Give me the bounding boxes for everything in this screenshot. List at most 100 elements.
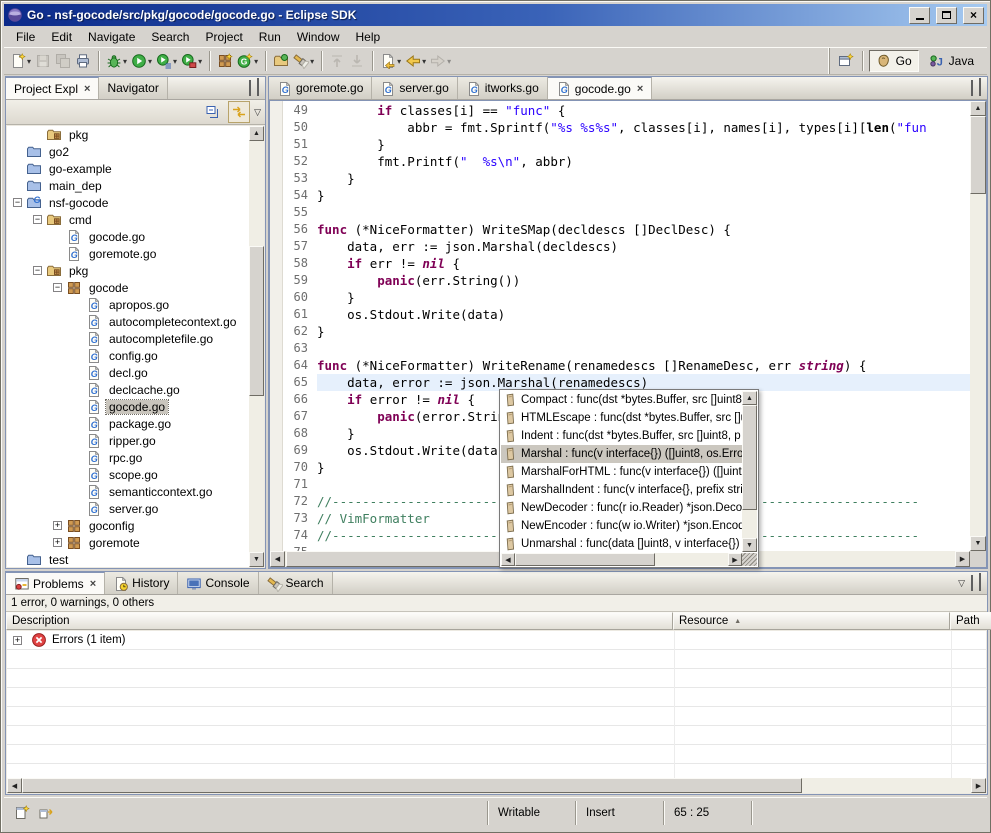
expand-expander-icon[interactable]: +: [13, 636, 22, 645]
popup-scroll-up-arrow[interactable]: ▲: [742, 391, 757, 405]
collapse-expander-icon[interactable]: −: [13, 198, 22, 207]
tree-item-config-go[interactable]: Gconfig.go: [7, 347, 264, 364]
tree-item-gocode-go[interactable]: Ggocode.go: [7, 228, 264, 245]
collapse-expander-icon[interactable]: −: [33, 266, 42, 275]
back-dropdown-arrow[interactable]: ▾: [422, 57, 426, 66]
problems-horizontal-scrollbar[interactable]: ◀ ▶: [7, 778, 986, 793]
completion-item-unmarshal[interactable]: Unmarshal : func(data []uint8, v interfa…: [501, 535, 742, 552]
popup-vertical-scrollbar[interactable]: ▲ ▼: [742, 391, 757, 552]
menu-window[interactable]: Window: [289, 27, 348, 47]
editor-scroll-left-arrow[interactable]: ◀: [270, 551, 285, 567]
tree-item-nsf-gocode[interactable]: −Gnsf-gocode: [7, 194, 264, 211]
problems-tab-history[interactable]: History: [105, 572, 178, 594]
problems-minimize-button[interactable]: [971, 576, 973, 590]
tree-scroll-up-arrow[interactable]: ▲: [249, 126, 264, 141]
menu-run[interactable]: Run: [251, 27, 289, 47]
problems-tab-console[interactable]: Console: [178, 572, 258, 594]
maximize-button[interactable]: [936, 7, 957, 24]
next-annotation-button[interactable]: [347, 49, 367, 73]
tree-item-go2[interactable]: go2: [7, 143, 264, 160]
back-button[interactable]: ▾: [403, 49, 428, 73]
popup-scroll-left-arrow[interactable]: ◀: [501, 553, 515, 566]
close-tab-icon[interactable]: ×: [84, 83, 90, 95]
new-go-element-button[interactable]: G▾: [235, 49, 260, 73]
tree-item-server-go[interactable]: Gserver.go: [7, 500, 264, 517]
external-tools-button[interactable]: ▾: [179, 49, 204, 73]
last-edit-location-button[interactable]: ▾: [378, 49, 403, 73]
search-button[interactable]: ▾: [291, 49, 316, 73]
tree-item-scope-go[interactable]: Gscope.go: [7, 466, 264, 483]
new-wizard-button[interactable]: ▾: [8, 49, 33, 73]
popup-horizontal-scrollbar[interactable]: ◀ ▶: [501, 553, 742, 566]
editor-tab-gocode-go[interactable]: Ggocode.go×: [548, 77, 653, 99]
popup-scroll-down-arrow[interactable]: ▼: [742, 538, 757, 552]
completion-item-marshalindent[interactable]: MarshalIndent : func(v interface{}, pref…: [501, 481, 742, 499]
run-dropdown-arrow[interactable]: ▾: [148, 57, 152, 66]
external-tools-dropdown-arrow[interactable]: ▾: [198, 57, 202, 66]
tree-scroll-down-arrow[interactable]: ▼: [249, 552, 264, 567]
tree-item-goconfig[interactable]: +goconfig: [7, 517, 264, 534]
save-all-button[interactable]: [53, 49, 73, 73]
popup-hscroll-thumb[interactable]: [515, 553, 655, 566]
menu-edit[interactable]: Edit: [43, 27, 80, 47]
completion-item-marshal[interactable]: Marshal : func(v interface{}) ([]uint8, …: [501, 445, 742, 463]
tree-item-goremote[interactable]: +goremote: [7, 534, 264, 551]
tree-item-goremote-go[interactable]: Ggoremote.go: [7, 245, 264, 262]
problems-maximize-button[interactable]: [979, 576, 981, 590]
perspective-java[interactable]: JJava: [922, 50, 981, 72]
new-wizard-dropdown-arrow[interactable]: ▾: [27, 57, 31, 66]
problems-tab-search[interactable]: Search: [259, 572, 333, 594]
menu-help[interactable]: Help: [348, 27, 389, 47]
title-bar[interactable]: Go - nsf-gocode/src/pkg/gocode/gocode.go…: [4, 4, 987, 26]
tree-item-package-go[interactable]: Gpackage.go: [7, 415, 264, 432]
open-perspective-button[interactable]: [836, 49, 856, 73]
tree-item-go-example[interactable]: go-example: [7, 160, 264, 177]
editor-scroll-down-arrow[interactable]: ▼: [970, 536, 986, 551]
tree-item-autocompletefile-go[interactable]: Gautocompletefile.go: [7, 330, 264, 347]
print-button[interactable]: [73, 49, 93, 73]
save-button[interactable]: [33, 49, 53, 73]
completion-item-htmlescape[interactable]: HTMLEscape : func(dst *bytes.Buffer, src…: [501, 409, 742, 427]
tree-item-rpc-go[interactable]: Grpc.go: [7, 449, 264, 466]
tree-item-cmd[interactable]: −cmd: [7, 211, 264, 228]
editor-scroll-right-arrow[interactable]: ▶: [955, 551, 970, 567]
expand-expander-icon[interactable]: +: [53, 538, 62, 547]
close-tab-icon[interactable]: ×: [637, 83, 643, 95]
menu-file[interactable]: File: [8, 27, 43, 47]
run-history-button[interactable]: ▾: [154, 49, 179, 73]
tree-item-main-dep[interactable]: main_dep: [7, 177, 264, 194]
tree-item-pkg[interactable]: −pkg: [7, 262, 264, 279]
tree-item-semanticcontext-go[interactable]: Gsemanticcontext.go: [7, 483, 264, 500]
previous-annotation-button[interactable]: [327, 49, 347, 73]
editor-scroll-up-arrow[interactable]: ▲: [970, 101, 986, 116]
editor-minimize-button[interactable]: [971, 81, 973, 95]
search-dropdown-arrow[interactable]: ▾: [310, 57, 314, 66]
close-tab-icon[interactable]: ×: [90, 578, 96, 590]
column-header-path[interactable]: Path: [950, 612, 991, 630]
collapse-expander-icon[interactable]: −: [33, 215, 42, 224]
problems-scroll-right-arrow[interactable]: ▶: [971, 778, 986, 793]
column-header-description[interactable]: Description: [6, 612, 673, 630]
expand-expander-icon[interactable]: +: [53, 521, 62, 530]
collapse-expander-icon[interactable]: −: [53, 283, 62, 292]
completion-item-compact[interactable]: Compact : func(dst *bytes.Buffer, src []…: [501, 391, 742, 409]
editor-tab-goremote-go[interactable]: Ggoremote.go: [269, 77, 372, 99]
forward-button[interactable]: ▾: [428, 49, 453, 73]
popup-resize-grip[interactable]: [742, 553, 757, 566]
new-go-element-dropdown-arrow[interactable]: ▾: [254, 57, 258, 66]
debug-dropdown-arrow[interactable]: ▾: [123, 57, 127, 66]
menu-project[interactable]: Project: [197, 27, 250, 47]
tree-item-pkg[interactable]: pkg: [7, 126, 264, 143]
new-package-button[interactable]: [215, 49, 235, 73]
editor-tab-itworks-go[interactable]: Gitworks.go: [458, 77, 548, 99]
minimize-button[interactable]: [909, 7, 930, 24]
annotation-ruler[interactable]: [270, 101, 283, 551]
last-edit-location-dropdown-arrow[interactable]: ▾: [397, 57, 401, 66]
column-header-resource[interactable]: Resource▲: [673, 612, 950, 630]
completion-item-newdecoder[interactable]: NewDecoder : func(r io.Reader) *json.Dec…: [501, 499, 742, 517]
problems-row-errors-1-item[interactable]: +Errors (1 item): [7, 631, 986, 650]
problems-hscroll-thumb[interactable]: [22, 778, 802, 793]
completion-item-newencoder[interactable]: NewEncoder : func(w io.Writer) *json.Enc…: [501, 517, 742, 535]
menu-search[interactable]: Search: [143, 27, 197, 47]
debug-button[interactable]: ▾: [104, 49, 129, 73]
